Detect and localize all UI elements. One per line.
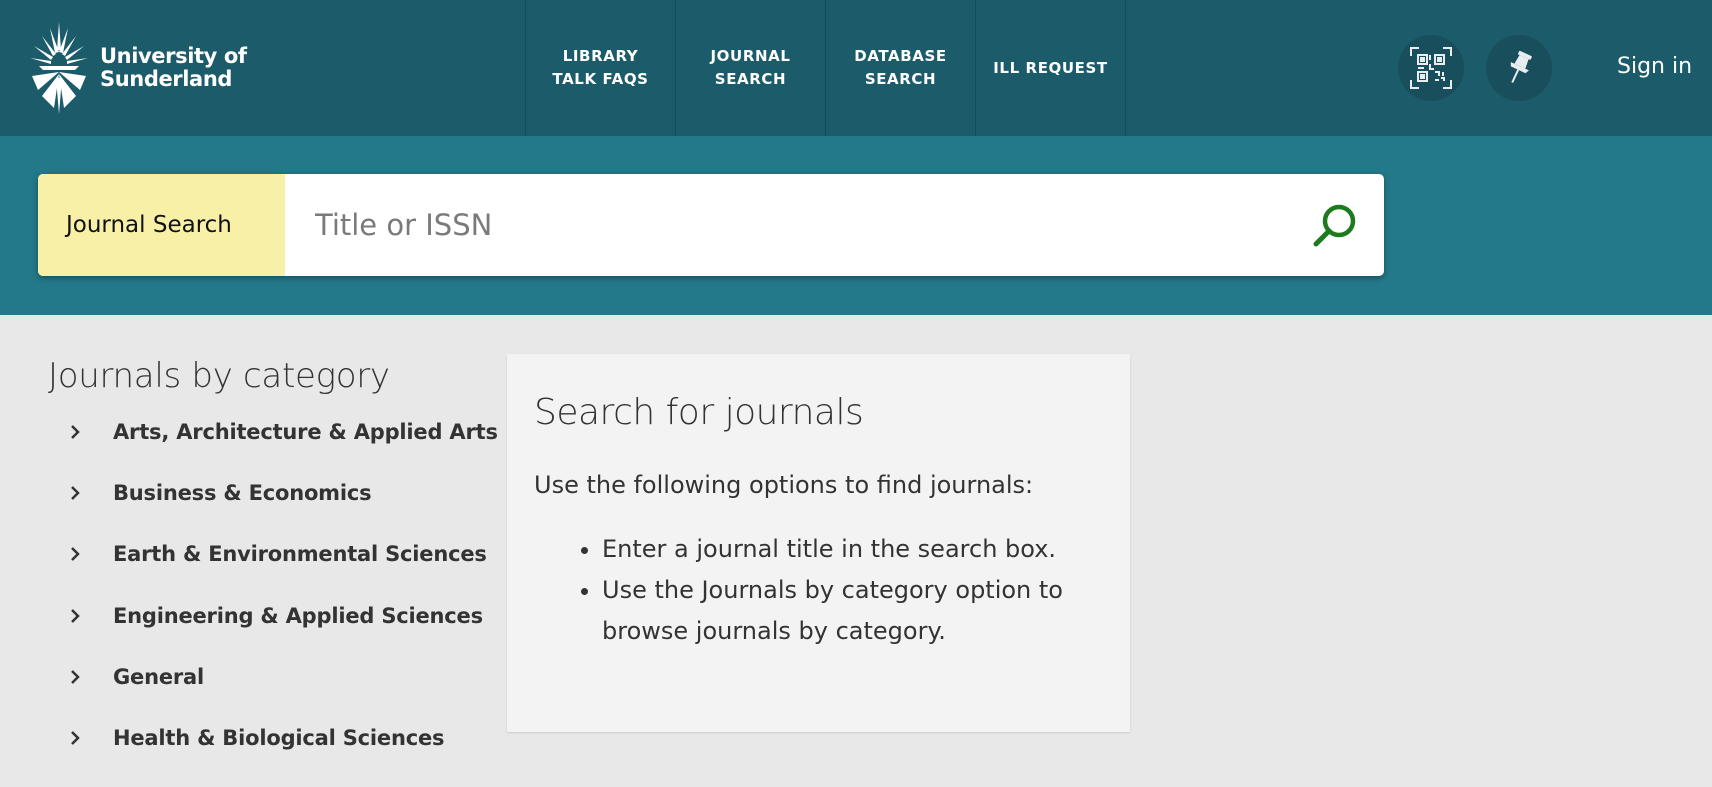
help-bullet: Use the Journals by category option to b… bbox=[602, 570, 1103, 652]
sunburst-logo-icon bbox=[30, 22, 88, 114]
nav-ill-request[interactable]: ILL REQUEST bbox=[976, 0, 1126, 136]
search-band: Journal Search bbox=[0, 136, 1712, 315]
category-label: General bbox=[113, 664, 204, 689]
main-nav: LIBRARY TALK FAQS JOURNAL SEARCH DATABAS… bbox=[525, 0, 1126, 136]
chevron-right-icon bbox=[68, 420, 113, 446]
search-help-panel: Search for journals Use the following op… bbox=[507, 354, 1130, 732]
category-label: Engineering & Applied Sciences bbox=[113, 603, 483, 628]
chevron-right-icon bbox=[68, 542, 113, 568]
categories-heading: Journals by category bbox=[48, 356, 390, 396]
qr-code-button[interactable] bbox=[1398, 35, 1464, 101]
logo-line-1: University of bbox=[100, 44, 247, 68]
sign-in-link[interactable]: Sign in bbox=[1617, 54, 1692, 79]
category-label: Earth & Environmental Sciences bbox=[113, 542, 487, 567]
qr-code-icon bbox=[1410, 47, 1452, 89]
help-intro: Use the following options to find journa… bbox=[534, 471, 1034, 499]
category-item[interactable]: General bbox=[68, 665, 498, 726]
pin-button[interactable] bbox=[1486, 35, 1552, 101]
university-logo[interactable]: University of Sunderland bbox=[30, 22, 247, 114]
search-scope-label: Journal Search bbox=[38, 174, 285, 276]
help-bullets: Enter a journal title in the search box.… bbox=[534, 529, 1103, 652]
chevron-right-icon bbox=[68, 726, 113, 752]
category-item[interactable]: Arts, Architecture & Applied Arts bbox=[68, 420, 498, 481]
logo-wordmark: University of Sunderland bbox=[100, 45, 247, 91]
search-icon bbox=[1313, 204, 1356, 247]
logo-line-2: Sunderland bbox=[100, 67, 233, 91]
pin-icon bbox=[1510, 50, 1532, 83]
nav-database-search[interactable]: DATABASE SEARCH bbox=[826, 0, 976, 136]
chevron-right-icon bbox=[68, 481, 113, 507]
category-item[interactable]: Engineering & Applied Sciences bbox=[68, 604, 498, 665]
nav-library-talk-faqs[interactable]: LIBRARY TALK FAQS bbox=[526, 0, 676, 136]
help-heading: Search for journals bbox=[534, 392, 864, 433]
top-navigation-bar: University of Sunderland LIBRARY TALK FA… bbox=[0, 0, 1712, 136]
category-list: Arts, Architecture & Applied Arts Busine… bbox=[68, 420, 498, 787]
journal-search-box: Journal Search bbox=[38, 174, 1384, 276]
nav-journal-search[interactable]: JOURNAL SEARCH bbox=[676, 0, 826, 136]
help-bullet: Enter a journal title in the search box. bbox=[602, 529, 1103, 570]
category-label: Health & Biological Sciences bbox=[113, 725, 445, 750]
chevron-right-icon bbox=[68, 604, 113, 630]
search-button[interactable] bbox=[1305, 195, 1365, 255]
category-label: Arts, Architecture & Applied Arts bbox=[113, 420, 498, 444]
category-item[interactable]: Business & Economics bbox=[68, 481, 498, 542]
category-item[interactable]: Earth & Environmental Sciences bbox=[68, 542, 498, 603]
chevron-right-icon bbox=[68, 665, 113, 691]
search-input[interactable] bbox=[285, 174, 1285, 276]
category-item[interactable]: Health & Biological Sciences bbox=[68, 726, 498, 787]
category-label: Business & Economics bbox=[113, 481, 372, 506]
